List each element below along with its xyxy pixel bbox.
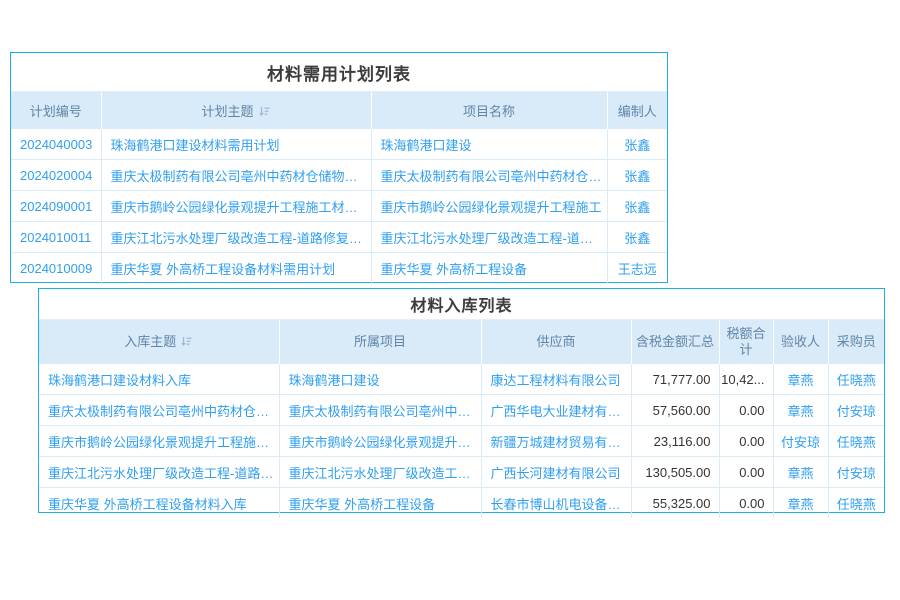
plan-table-header-row: 计划编号 计划主题 项目名称 编制人 (11, 92, 667, 129)
inbound-col-tax: 税额合计 (719, 320, 773, 364)
inbound-purchaser-link[interactable]: 任晓燕 (828, 364, 884, 395)
table-row: 2024010011 重庆江北污水处理厂级改造工程-道路修复工程主要材料 重庆江… (11, 222, 667, 253)
plan-author-link[interactable]: 张鑫 (607, 191, 667, 222)
plan-no-link[interactable]: 2024020004 (11, 160, 101, 191)
inbound-inspector-link[interactable]: 付安琼 (773, 426, 828, 457)
plan-no-link[interactable]: 2024090001 (11, 191, 101, 222)
plan-project-link[interactable]: 重庆华夏 外高桥工程设备 (371, 253, 607, 284)
inbound-inspector-link[interactable]: 章燕 (773, 488, 828, 519)
inbound-tax-value: 0.00 (719, 426, 773, 457)
table-row: 珠海鹤港口建设材料入库 珠海鹤港口建设 康达工程材料有限公司 71,777.00… (39, 364, 884, 395)
plan-col-plan-no: 计划编号 (11, 92, 101, 129)
inbound-col-supplier: 供应商 (481, 320, 631, 364)
inbound-col-subject-label: 入库主题 (124, 334, 176, 349)
inbound-inspector-link[interactable]: 章燕 (773, 364, 828, 395)
inbound-subject-link[interactable]: 重庆太极制药有限公司亳州中药材仓储物流基... (39, 395, 279, 426)
table-row: 重庆太极制药有限公司亳州中药材仓储物流基... 重庆太极制药有限公司亳州中药材仓… (39, 395, 884, 426)
inbound-purchaser-link[interactable]: 付安琼 (828, 395, 884, 426)
inbound-amount-value: 57,560.00 (631, 395, 719, 426)
table-row: 2024010009 重庆华夏 外高桥工程设备材料需用计划 重庆华夏 外高桥工程… (11, 253, 667, 284)
inbound-project-link[interactable]: 重庆江北污水处理厂级改造工程-道路... (279, 457, 481, 488)
inbound-project-link[interactable]: 珠海鹤港口建设 (279, 364, 481, 395)
plan-col-plan-no-label: 计划编号 (30, 104, 82, 119)
material-inbound-table: 材料入库列表 入库主题 所属项目 供应商 含税金额汇总 税额合计 验收人 采购员… (38, 288, 885, 513)
inbound-supplier-link[interactable]: 康达工程材料有限公司 (481, 364, 631, 395)
inbound-amount-value: 23,116.00 (631, 426, 719, 457)
inbound-col-purchaser-label: 采购员 (837, 334, 876, 349)
table-row: 2024020004 重庆太极制药有限公司亳州中药材仓储物流基地项目... 重庆… (11, 160, 667, 191)
table-row: 2024090001 重庆市鹅岭公园绿化景观提升工程施工材料需用计划 重庆市鹅岭… (11, 191, 667, 222)
inbound-col-tax-label: 税额合计 (726, 326, 765, 357)
table-row: 2024040003 珠海鹤港口建设材料需用计划 珠海鹤港口建设 张鑫 (11, 129, 667, 160)
inbound-col-inspector-label: 验收人 (781, 334, 820, 349)
inbound-purchaser-link[interactable]: 任晓燕 (828, 488, 884, 519)
plan-col-project-label: 项目名称 (463, 104, 515, 119)
table-row: 重庆华夏 外高桥工程设备材料入库 重庆华夏 外高桥工程设备 长春市博山机电设备有… (39, 488, 884, 519)
sort-icon[interactable] (180, 335, 193, 348)
inbound-subject-link[interactable]: 重庆华夏 外高桥工程设备材料入库 (39, 488, 279, 519)
plan-subject-link[interactable]: 重庆江北污水处理厂级改造工程-道路修复工程主要材料 (101, 222, 371, 253)
plan-project-link[interactable]: 珠海鹤港口建设 (371, 129, 607, 160)
inbound-tax-value: 10,42... (719, 364, 773, 395)
plan-no-link[interactable]: 2024040003 (11, 129, 101, 160)
inbound-project-link[interactable]: 重庆太极制药有限公司亳州中药材仓... (279, 395, 481, 426)
plan-author-link[interactable]: 王志远 (607, 253, 667, 284)
plan-no-link[interactable]: 2024010009 (11, 253, 101, 284)
inbound-amount-value: 55,325.00 (631, 488, 719, 519)
inbound-supplier-link[interactable]: 长春市博山机电设备有限公司 (481, 488, 631, 519)
plan-col-author-label: 编制人 (618, 104, 657, 119)
inbound-table: 入库主题 所属项目 供应商 含税金额汇总 税额合计 验收人 采购员 珠海鹤港口建… (39, 320, 884, 518)
plan-project-link[interactable]: 重庆太极制药有限公司亳州中药材仓储物流... (371, 160, 607, 191)
plan-subject-link[interactable]: 重庆太极制药有限公司亳州中药材仓储物流基地项目... (101, 160, 371, 191)
inbound-col-project: 所属项目 (279, 320, 481, 364)
inbound-purchaser-link[interactable]: 付安琼 (828, 457, 884, 488)
material-plan-table: 材料需用计划列表 计划编号 计划主题 项目名称 编制人 2024040003 珠… (10, 52, 668, 283)
plan-subject-link[interactable]: 珠海鹤港口建设材料需用计划 (101, 129, 371, 160)
plan-subject-link[interactable]: 重庆华夏 外高桥工程设备材料需用计划 (101, 253, 371, 284)
inbound-supplier-link[interactable]: 广西长河建材有限公司 (481, 457, 631, 488)
sort-icon[interactable] (258, 105, 271, 118)
inbound-subject-link[interactable]: 珠海鹤港口建设材料入库 (39, 364, 279, 395)
plan-project-link[interactable]: 重庆市鹅岭公园绿化景观提升工程施工 (371, 191, 607, 222)
inbound-col-amount-label: 含税金额汇总 (636, 334, 714, 349)
plan-table-title: 材料需用计划列表 (11, 53, 667, 92)
inbound-tax-value: 0.00 (719, 395, 773, 426)
inbound-table-title: 材料入库列表 (39, 289, 884, 320)
plan-col-author: 编制人 (607, 92, 667, 129)
plan-col-project: 项目名称 (371, 92, 607, 129)
inbound-col-inspector: 验收人 (773, 320, 828, 364)
plan-col-subject-label: 计划主题 (201, 104, 253, 119)
plan-table: 计划编号 计划主题 项目名称 编制人 2024040003 珠海鹤港口建设材料需… (11, 92, 667, 283)
inbound-col-supplier-label: 供应商 (536, 334, 575, 349)
inbound-subject-link[interactable]: 重庆市鹅岭公园绿化景观提升工程施工材料入库 (39, 426, 279, 457)
inbound-amount-value: 130,505.00 (631, 457, 719, 488)
plan-col-subject[interactable]: 计划主题 (101, 92, 371, 129)
inbound-supplier-link[interactable]: 新疆万城建材贸易有限公司 (481, 426, 631, 457)
inbound-inspector-link[interactable]: 章燕 (773, 457, 828, 488)
inbound-tax-value: 0.00 (719, 488, 773, 519)
inbound-table-header-row: 入库主题 所属项目 供应商 含税金额汇总 税额合计 验收人 采购员 (39, 320, 884, 364)
inbound-project-link[interactable]: 重庆市鹅岭公园绿化景观提升工程施工 (279, 426, 481, 457)
plan-no-link[interactable]: 2024010011 (11, 222, 101, 253)
plan-author-link[interactable]: 张鑫 (607, 222, 667, 253)
plan-project-link[interactable]: 重庆江北污水处理厂级改造工程-道路修复工程 (371, 222, 607, 253)
inbound-project-link[interactable]: 重庆华夏 外高桥工程设备 (279, 488, 481, 519)
inbound-subject-link[interactable]: 重庆江北污水处理厂级改造工程-道路修复工程... (39, 457, 279, 488)
plan-author-link[interactable]: 张鑫 (607, 129, 667, 160)
inbound-amount-value: 71,777.00 (631, 364, 719, 395)
table-row: 重庆市鹅岭公园绿化景观提升工程施工材料入库 重庆市鹅岭公园绿化景观提升工程施工 … (39, 426, 884, 457)
plan-author-link[interactable]: 张鑫 (607, 160, 667, 191)
inbound-col-subject[interactable]: 入库主题 (39, 320, 279, 364)
plan-subject-link[interactable]: 重庆市鹅岭公园绿化景观提升工程施工材料需用计划 (101, 191, 371, 222)
inbound-inspector-link[interactable]: 章燕 (773, 395, 828, 426)
inbound-tax-value: 0.00 (719, 457, 773, 488)
inbound-purchaser-link[interactable]: 任晓燕 (828, 426, 884, 457)
inbound-col-purchaser: 采购员 (828, 320, 884, 364)
table-row: 重庆江北污水处理厂级改造工程-道路修复工程... 重庆江北污水处理厂级改造工程-… (39, 457, 884, 488)
inbound-supplier-link[interactable]: 广西华电大业建材有限公司 (481, 395, 631, 426)
inbound-col-amount: 含税金额汇总 (631, 320, 719, 364)
inbound-col-project-label: 所属项目 (354, 334, 406, 349)
